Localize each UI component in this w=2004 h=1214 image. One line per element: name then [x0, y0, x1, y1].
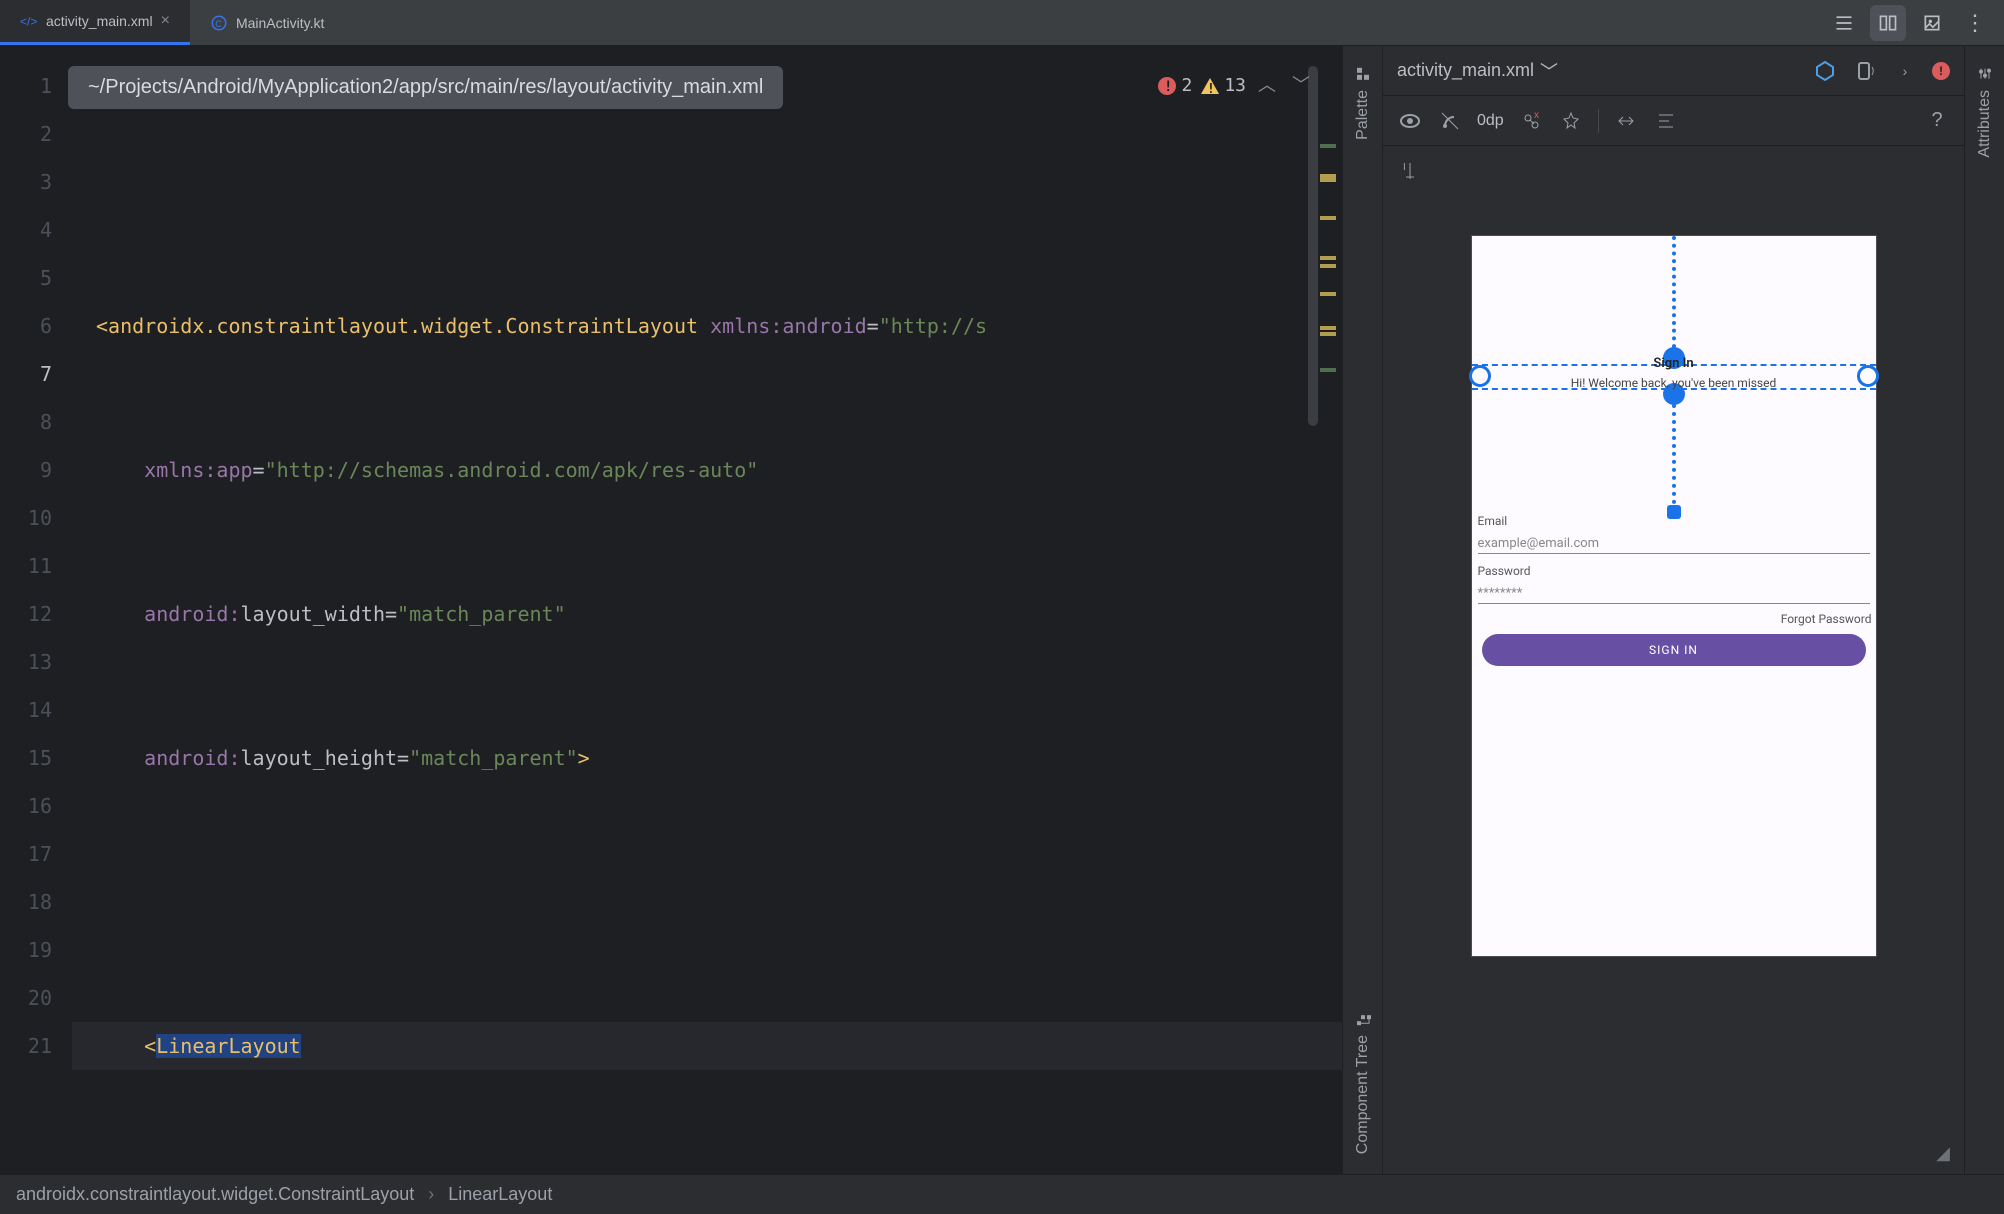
breadcrumb[interactable]: androidx.constraintlayout.widget.Constra… [0, 1174, 2004, 1214]
design-file-selector[interactable]: activity_main.xml ﹀ [1397, 58, 1558, 84]
component-tree-tool-window-button[interactable]: Component Tree [1354, 1011, 1372, 1154]
issues-badge[interactable]: ! [1932, 62, 1950, 80]
intention-bulb-icon[interactable]: 💡 [72, 1032, 77, 1080]
view-mode-design-icon[interactable] [1914, 5, 1950, 41]
svg-text:!: ! [1207, 82, 1215, 96]
svg-text:</>: </> [20, 15, 37, 29]
default-margin[interactable]: 0dp [1477, 112, 1504, 130]
error-count[interactable]: ! 2 [1157, 62, 1192, 110]
xml-file-icon: </> [20, 12, 38, 30]
pack-icon[interactable] [1613, 108, 1639, 134]
next-problem-icon[interactable]: ﹀ [1288, 62, 1314, 110]
constraint-handle[interactable] [1667, 505, 1681, 519]
preview-signin-button: SIGN IN [1482, 634, 1866, 666]
resize-handle-icon[interactable]: ◢ [1936, 1143, 1950, 1164]
svg-text:I: I [1403, 162, 1406, 173]
attributes-tool-window-button[interactable]: Attributes [1976, 66, 1994, 158]
preview-email-input: example@email.com [1478, 536, 1870, 554]
line-number-gutter: 123 456 789 101112 131415 161718 192021 [0, 46, 72, 1174]
tab-label: activity_main.xml [46, 13, 153, 29]
code-area[interactable]: <androidx.constraintlayout.widget.Constr… [72, 46, 1342, 1174]
orientation-icon[interactable] [1852, 58, 1878, 84]
svg-text:!: ! [1164, 79, 1172, 95]
editor-tab-bar: </> activity_main.xml × C MainActivity.k… [0, 0, 2004, 46]
preview-password-input: ******** [1478, 586, 1870, 604]
palette-icon [1355, 66, 1371, 82]
prev-problem-icon[interactable]: ︿ [1254, 62, 1280, 110]
autoconnect-icon[interactable] [1437, 108, 1463, 134]
device-frame[interactable]: Sign In Hi! Welcome back, you've been mi… [1472, 236, 1876, 956]
code-editor[interactable]: 123 456 789 101112 131415 161718 192021 … [0, 46, 1342, 1174]
tree-icon [1355, 1011, 1371, 1027]
tab-activity-main[interactable]: </> activity_main.xml × [0, 0, 190, 45]
chevron-down-icon: ﹀ [1540, 58, 1558, 84]
file-path-tooltip: ~/Projects/Android/MyApplication2/app/sr… [68, 66, 783, 109]
align-icon[interactable] [1653, 108, 1679, 134]
view-mode-split-icon[interactable] [1870, 5, 1906, 41]
palette-tool-window-button[interactable]: Palette [1354, 66, 1372, 140]
close-icon[interactable]: × [161, 12, 170, 30]
sliders-icon [1977, 66, 1993, 82]
inspection-widget[interactable]: ! 2 ! 13 ︿ ﹀ [1157, 62, 1314, 110]
tab-label: MainActivity.kt [236, 15, 324, 31]
design-canvas[interactable]: Sign In Hi! Welcome back, you've been mi… [1383, 196, 1964, 1174]
preview-password-label: Password [1478, 564, 1531, 578]
tab-main-activity[interactable]: C MainActivity.kt [190, 0, 344, 45]
constraint-spring-top [1672, 236, 1676, 356]
guideline-icon[interactable]: I [1397, 158, 1423, 184]
design-surface-icon[interactable] [1812, 58, 1838, 84]
preview-title: Sign In [1472, 356, 1876, 371]
preview-subtitle: Hi! Welcome back, you've been missed [1472, 376, 1876, 390]
design-side-rail-left: Palette Component Tree [1342, 46, 1382, 1174]
warning-count[interactable]: ! 13 [1200, 62, 1246, 110]
visibility-icon[interactable] [1397, 108, 1423, 134]
error-stripe-rail[interactable] [1320, 66, 1336, 1154]
breadcrumb-item[interactable]: LinearLayout [448, 1184, 552, 1205]
clear-constraints-icon[interactable]: x [1518, 108, 1544, 134]
svg-text:x: x [1534, 110, 1539, 121]
breadcrumb-item[interactable]: androidx.constraintlayout.widget.Constra… [16, 1184, 414, 1205]
help-icon[interactable]: ? [1924, 108, 1950, 134]
constraint-spring-bottom [1672, 396, 1676, 512]
editor-scrollbar[interactable] [1308, 66, 1318, 426]
breadcrumb-separator: › [428, 1184, 434, 1205]
kotlin-class-icon: C [210, 14, 228, 32]
preview-forgot-link: Forgot Password [1781, 612, 1872, 626]
preview-email-label: Email [1478, 514, 1508, 528]
design-side-rail-right: Attributes [1964, 46, 2004, 1174]
view-mode-code-icon[interactable] [1826, 5, 1862, 41]
tab-overflow-icon[interactable]: ⋮ [1958, 5, 1994, 41]
infer-constraints-icon[interactable] [1558, 108, 1584, 134]
layout-editor-preview: activity_main.xml ﹀ › ! 0dp x ? [1382, 46, 1964, 1174]
chevron-right-icon[interactable]: › [1892, 58, 1918, 84]
svg-text:C: C [215, 18, 222, 28]
